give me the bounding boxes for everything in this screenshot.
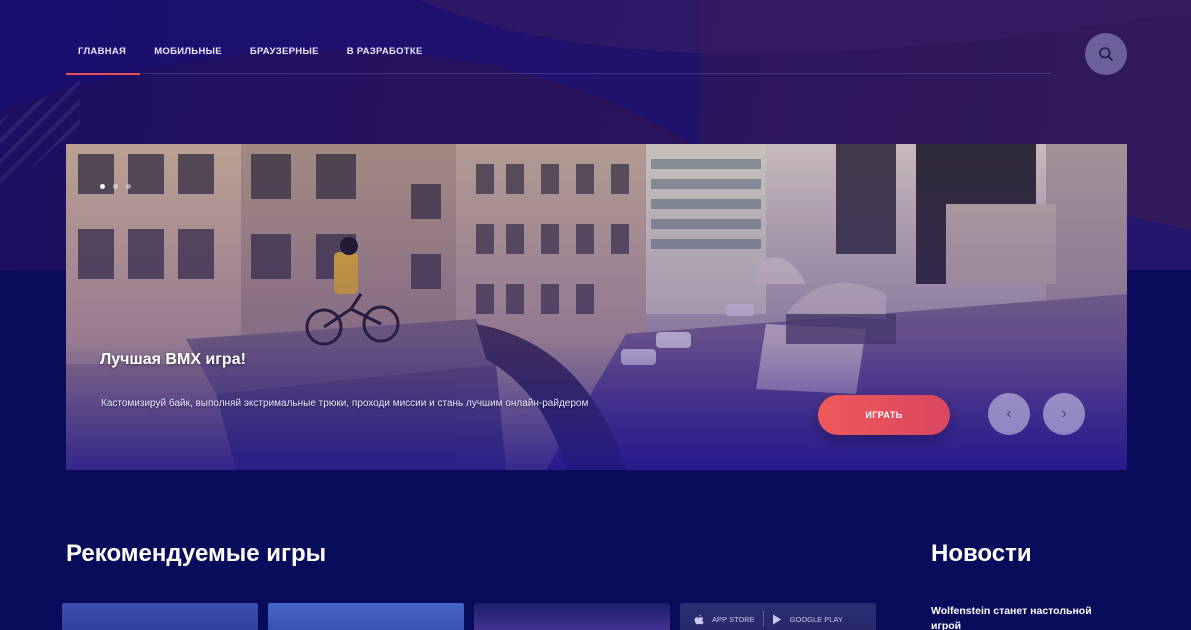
apple-icon bbox=[694, 614, 704, 624]
google-play-icon bbox=[772, 614, 781, 624]
play-button[interactable]: ИГРАТЬ bbox=[818, 395, 950, 435]
news-item-headline[interactable]: Wolfenstein станет настольной игрой bbox=[931, 604, 1121, 630]
search-button[interactable] bbox=[1085, 33, 1127, 75]
hero-description: Кастомизируй байк, выполняй экстримальны… bbox=[101, 398, 589, 409]
news-title: Новости bbox=[931, 540, 1032, 567]
chevron-right-icon: › bbox=[1061, 405, 1067, 422]
store-links: APP STORE GOOGLE PLAY bbox=[694, 611, 843, 627]
game-card[interactable]: APP STORE GOOGLE PLAY bbox=[680, 603, 876, 630]
main-nav: ГЛАВНАЯ МОБИЛЬНЫЕ БРАУЗЕРНЫЕ В РАЗРАБОТК… bbox=[66, 30, 1051, 75]
hero-overlay bbox=[66, 144, 1127, 470]
google-play-label[interactable]: GOOGLE PLAY bbox=[790, 615, 843, 624]
nav-item-mobile[interactable]: МОБИЛЬНЫЕ bbox=[154, 30, 222, 74]
search-icon bbox=[1099, 47, 1113, 61]
recommended-games-title: Рекомендуемые игры bbox=[66, 540, 327, 567]
nav-item-browser[interactable]: БРАУЗЕРНЫЕ bbox=[250, 30, 319, 74]
nav-item-home[interactable]: ГЛАВНАЯ bbox=[66, 30, 141, 75]
app-store-label[interactable]: APP STORE bbox=[712, 615, 755, 624]
game-card[interactable] bbox=[474, 603, 670, 630]
game-card[interactable] bbox=[268, 603, 464, 630]
slider-dot[interactable] bbox=[100, 184, 105, 189]
slider-dots bbox=[100, 184, 131, 189]
nav-item-in-development[interactable]: В РАЗРАБОТКЕ bbox=[347, 30, 423, 74]
game-card[interactable] bbox=[62, 603, 258, 630]
hero-slider: Лучшая BMX игра! Кастомизируй байк, выпо… bbox=[66, 144, 1127, 470]
slider-next-button[interactable]: › bbox=[1043, 393, 1085, 435]
slider-prev-button[interactable]: ‹ bbox=[988, 393, 1030, 435]
slider-dot[interactable] bbox=[126, 184, 131, 189]
chevron-left-icon: ‹ bbox=[1006, 405, 1012, 422]
store-divider bbox=[762, 611, 764, 627]
hero-title: Лучшая BMX игра! bbox=[100, 351, 246, 368]
slider-dot[interactable] bbox=[113, 184, 118, 189]
